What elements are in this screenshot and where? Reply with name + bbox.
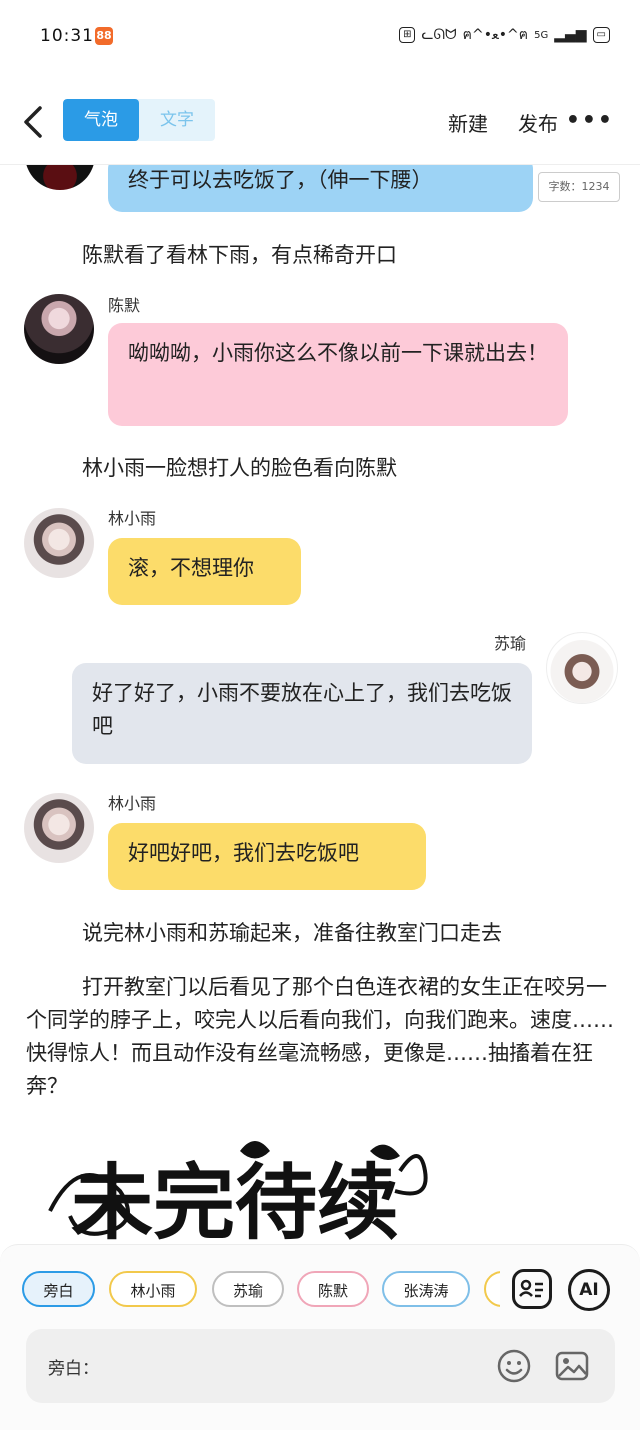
role-chip-su-yu[interactable]: 苏瑜 bbox=[212, 1271, 284, 1307]
signal-icon: ▂▄▆ bbox=[554, 27, 587, 43]
emoji-icon[interactable] bbox=[496, 1348, 532, 1384]
avatar[interactable] bbox=[24, 793, 94, 863]
status-icons: ⊞ ᓚᘏᗢ ฅ^•ﻌ•^ฅ 5G ▂▄▆ ▭ bbox=[399, 24, 610, 46]
chat-bubble[interactable]: 滚，不想理你 bbox=[108, 538, 301, 605]
role-chip-chen-mo[interactable]: 陈默 bbox=[297, 1271, 369, 1307]
new-button[interactable]: 新建 bbox=[448, 108, 488, 137]
avatar[interactable] bbox=[25, 165, 95, 190]
speaker-name: 林小雨 bbox=[108, 794, 157, 813]
banner-text: 未完待续 bbox=[71, 1155, 399, 1245]
publish-button[interactable]: 发布 bbox=[518, 108, 558, 137]
app-notification-icon: 88 bbox=[95, 27, 113, 45]
back-icon[interactable] bbox=[18, 102, 48, 142]
role-chip-narrator[interactable]: 旁白 bbox=[22, 1271, 95, 1307]
narration-paragraph[interactable]: 打开教室门以后看见了那个白色连衣裙的女生正在咬另一个同学的脖子上，咬完人以后看向… bbox=[26, 971, 614, 1103]
image-icon[interactable] bbox=[554, 1348, 590, 1384]
narration-text[interactable]: 说完林小雨和苏瑜起来，准备往教室门口走去 bbox=[82, 917, 622, 950]
input-role-label: 旁白： bbox=[48, 1359, 99, 1379]
top-navigation: 气泡 文字 新建 发布 ••• bbox=[0, 90, 640, 165]
mode-toggle: 气泡 文字 bbox=[63, 99, 215, 141]
role-chip-zhang-taotao[interactable]: 张涛涛 bbox=[382, 1271, 470, 1307]
cat-face-icon: ฅ^•ﻌ•^ฅ bbox=[462, 27, 529, 43]
network-label: 5G bbox=[534, 29, 549, 41]
avatar[interactable] bbox=[24, 508, 94, 578]
status-bar: 10:31 88 ⊞ ᓚᘏᗢ ฅ^•ﻌ•^ฅ 5G ▂▄▆ ▭ bbox=[0, 0, 640, 72]
vibrate-icon: ⊞ bbox=[399, 27, 416, 43]
speaker-name: 苏瑜 bbox=[494, 634, 527, 653]
narration-text[interactable]: 陈默看了看林下雨，有点稀奇开口 bbox=[82, 239, 622, 272]
chat-bubble[interactable]: 好了好了，小雨不要放在心上了，我们去吃饭吧 bbox=[72, 663, 532, 764]
role-selector: 旁白 林小雨 苏瑜 陈默 张涛涛 bbox=[20, 1271, 500, 1311]
to-be-continued-banner[interactable]: 未完待续 bbox=[40, 1131, 430, 1245]
chat-area[interactable]: 终于可以去吃饭了，（伸一下腰） 字数：1234 陈默看了看林下雨，有点稀奇开口 … bbox=[0, 165, 640, 1245]
ai-button[interactable]: AI bbox=[568, 1269, 610, 1311]
status-time: 10:31 bbox=[40, 26, 94, 46]
word-count-badge: 字数：1234 bbox=[538, 172, 620, 202]
battery-icon: ▭ bbox=[592, 27, 610, 43]
role-card-icon[interactable] bbox=[512, 1269, 552, 1309]
chat-bubble[interactable]: 呦呦呦，小雨你这么不像以前一下课就出去！ bbox=[108, 323, 568, 426]
more-menu-icon[interactable]: ••• bbox=[566, 108, 614, 133]
role-chip-more[interactable] bbox=[484, 1271, 500, 1307]
narration-text[interactable]: 林小雨一脸想打人的脸色看向陈默 bbox=[82, 452, 622, 485]
speaker-name: 陈默 bbox=[108, 296, 141, 315]
message-input[interactable]: 旁白： bbox=[26, 1329, 615, 1403]
avatar[interactable] bbox=[546, 632, 618, 704]
speaker-name: 林小雨 bbox=[108, 509, 157, 528]
tab-text[interactable]: 文字 bbox=[139, 99, 215, 141]
tab-bubble[interactable]: 气泡 bbox=[63, 99, 139, 141]
role-chip-lin-xiaoyu[interactable]: 林小雨 bbox=[109, 1271, 197, 1307]
chat-bubble[interactable]: 终于可以去吃饭了，（伸一下腰） bbox=[108, 165, 533, 212]
composer-panel: 旁白 林小雨 苏瑜 陈默 张涛涛 AI 旁白： bbox=[0, 1244, 640, 1430]
cat-sticker-icon: ᓚᘏᗢ bbox=[421, 27, 457, 43]
avatar[interactable] bbox=[24, 294, 94, 364]
chat-bubble[interactable]: 好吧好吧，我们去吃饭吧 bbox=[108, 823, 426, 890]
